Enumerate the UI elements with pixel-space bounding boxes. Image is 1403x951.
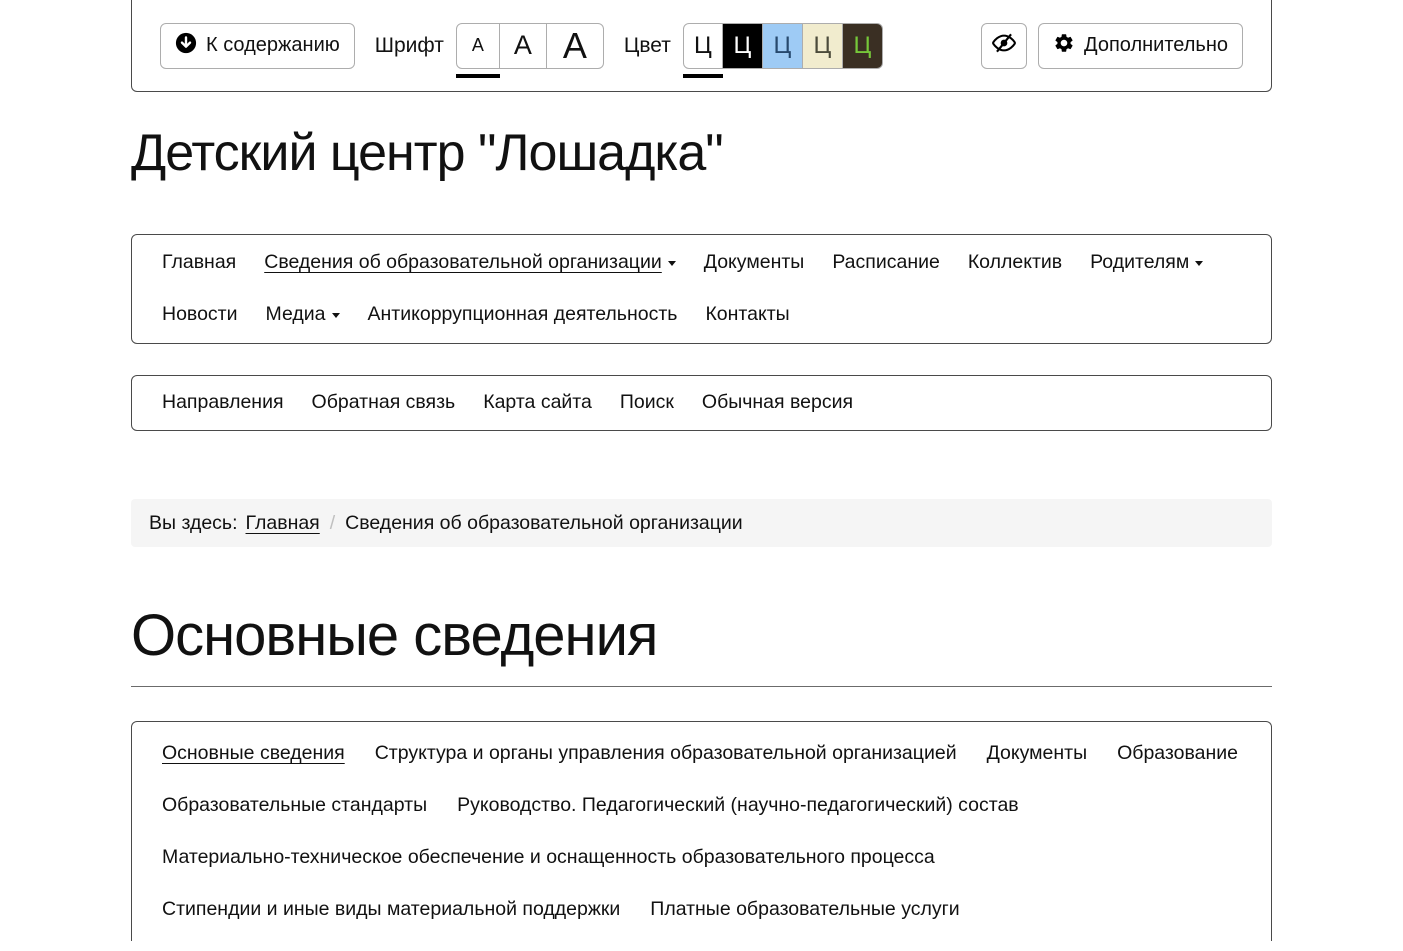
nav-item-media: Медиа — [266, 289, 340, 341]
nav-item-sitemap: Карта сайта — [483, 377, 592, 429]
page-title: Основные сведения — [131, 603, 1272, 670]
chevron-down-icon — [1195, 261, 1203, 266]
font-size-small-button[interactable]: А — [456, 23, 500, 69]
section-navigation: Основные сведения Структура и органы упр… — [131, 721, 1272, 941]
section-item-structure: Структура и органы управления образовате… — [375, 728, 957, 780]
section-link-education[interactable]: Образование — [1117, 742, 1238, 764]
images-toggle-button[interactable] — [981, 23, 1027, 69]
nav-item-schedule: Расписание — [832, 237, 940, 289]
nav-item-staff: Коллектив — [968, 237, 1062, 289]
section-link-basic-info[interactable]: Основные сведения — [162, 742, 345, 764]
nav-item-feedback: Обратная связь — [312, 377, 456, 429]
main-navigation: Главная Сведения об образовательной орга… — [131, 234, 1272, 344]
nav-item-documents: Документы — [704, 237, 805, 289]
chevron-down-icon — [668, 261, 676, 266]
nav-item-parents: Родителям — [1090, 237, 1203, 289]
nav-link-org-info[interactable]: Сведения об образовательной организации — [264, 251, 662, 273]
to-content-button[interactable]: К содержанию — [160, 23, 355, 69]
nav-link-parents[interactable]: Родителям — [1090, 251, 1189, 273]
breadcrumb: Вы здесь: Главная / Сведения об образова… — [131, 499, 1272, 547]
nav-item-anticorruption: Антикоррупционная деятельность — [368, 289, 678, 341]
section-item-education: Образование — [1117, 728, 1238, 780]
arrow-circle-down-icon — [175, 32, 197, 60]
nav-link-feedback[interactable]: Обратная связь — [312, 391, 456, 413]
eye-slash-icon — [991, 30, 1017, 62]
nav-link-documents[interactable]: Документы — [704, 251, 805, 273]
color-scheme-white-button[interactable]: Ц — [683, 23, 723, 69]
site-title: Детский центр "Лошадка" — [131, 122, 1272, 184]
font-size-medium-button[interactable]: А — [500, 23, 547, 69]
section-link-structure[interactable]: Структура и органы управления образовате… — [375, 742, 957, 764]
nav-item-home: Главная — [162, 237, 236, 289]
section-link-facilities[interactable]: Материально-техническое обеспечение и ос… — [162, 846, 935, 868]
page-container: К содержанию Шрифт А А А Цвет Ц Ц Ц Ц Ц — [131, 0, 1272, 941]
color-scheme-group: Ц Ц Ц Ц Ц — [683, 23, 883, 69]
breadcrumb-current: Сведения об образовательной организации — [345, 512, 743, 535]
nav-link-news[interactable]: Новости — [162, 303, 238, 325]
to-content-label: К содержанию — [206, 34, 340, 57]
heading-divider — [131, 686, 1272, 687]
nav-item-org-info: Сведения об образовательной организации — [264, 237, 676, 289]
nav-link-anticorruption[interactable]: Антикоррупционная деятельность — [368, 303, 678, 325]
section-item-basic-info: Основные сведения — [162, 728, 345, 780]
nav-link-normal-version[interactable]: Обычная версия — [702, 391, 853, 413]
gear-icon — [1053, 32, 1075, 60]
section-link-standards[interactable]: Образовательные стандарты — [162, 794, 427, 816]
color-scheme-black-button[interactable]: Ц — [723, 23, 763, 69]
font-size-large-button[interactable]: А — [547, 23, 604, 69]
nav-link-sitemap[interactable]: Карта сайта — [483, 391, 592, 413]
nav-link-home[interactable]: Главная — [162, 251, 236, 273]
section-link-scholarships[interactable]: Стипендии и иные виды материальной подде… — [162, 898, 620, 920]
nav-item-contacts: Контакты — [705, 289, 789, 341]
section-link-documents[interactable]: Документы — [987, 742, 1088, 764]
accessibility-toolbar: К содержанию Шрифт А А А Цвет Ц Ц Ц Ц Ц — [131, 0, 1272, 92]
section-item-paid-services: Платные образовательные услуги — [650, 884, 959, 936]
font-label: Шрифт — [375, 34, 444, 58]
section-item-standards: Образовательные стандарты — [162, 780, 427, 832]
section-link-paid-services[interactable]: Платные образовательные услуги — [650, 898, 959, 920]
nav-link-contacts[interactable]: Контакты — [705, 303, 789, 325]
breadcrumb-link-home[interactable]: Главная — [246, 512, 320, 535]
toolbar-right-group: Дополнительно — [981, 23, 1243, 69]
color-scheme-beige-button[interactable]: Ц — [803, 23, 843, 69]
nav-link-staff[interactable]: Коллектив — [968, 251, 1062, 273]
color-label: Цвет — [624, 34, 671, 58]
nav-link-media[interactable]: Медиа — [266, 303, 326, 325]
section-item-leadership: Руководство. Педагогический (научно-педа… — [457, 780, 1019, 832]
section-item-facilities: Материально-техническое обеспечение и ос… — [162, 832, 935, 884]
additional-settings-label: Дополнительно — [1084, 34, 1228, 57]
nav-link-search[interactable]: Поиск — [620, 391, 674, 413]
nav-link-schedule[interactable]: Расписание — [832, 251, 940, 273]
secondary-navigation: Направления Обратная связь Карта сайта П… — [131, 375, 1272, 431]
nav-item-normal-version: Обычная версия — [702, 377, 853, 429]
breadcrumb-prefix: Вы здесь: — [149, 512, 238, 535]
chevron-down-icon — [332, 313, 340, 318]
nav-item-search: Поиск — [620, 377, 674, 429]
nav-link-directions[interactable]: Направления — [162, 391, 284, 413]
section-item-documents: Документы — [987, 728, 1088, 780]
nav-item-news: Новости — [162, 289, 238, 341]
color-scheme-brown-button[interactable]: Ц — [843, 23, 883, 69]
additional-settings-button[interactable]: Дополнительно — [1038, 23, 1243, 69]
breadcrumb-separator: / — [330, 512, 335, 535]
section-link-leadership[interactable]: Руководство. Педагогический (научно-педа… — [457, 794, 1019, 816]
nav-item-directions: Направления — [162, 377, 284, 429]
color-scheme-blue-button[interactable]: Ц — [763, 23, 803, 69]
font-size-group: А А А — [456, 23, 604, 69]
section-item-scholarships: Стипендии и иные виды материальной подде… — [162, 884, 620, 936]
